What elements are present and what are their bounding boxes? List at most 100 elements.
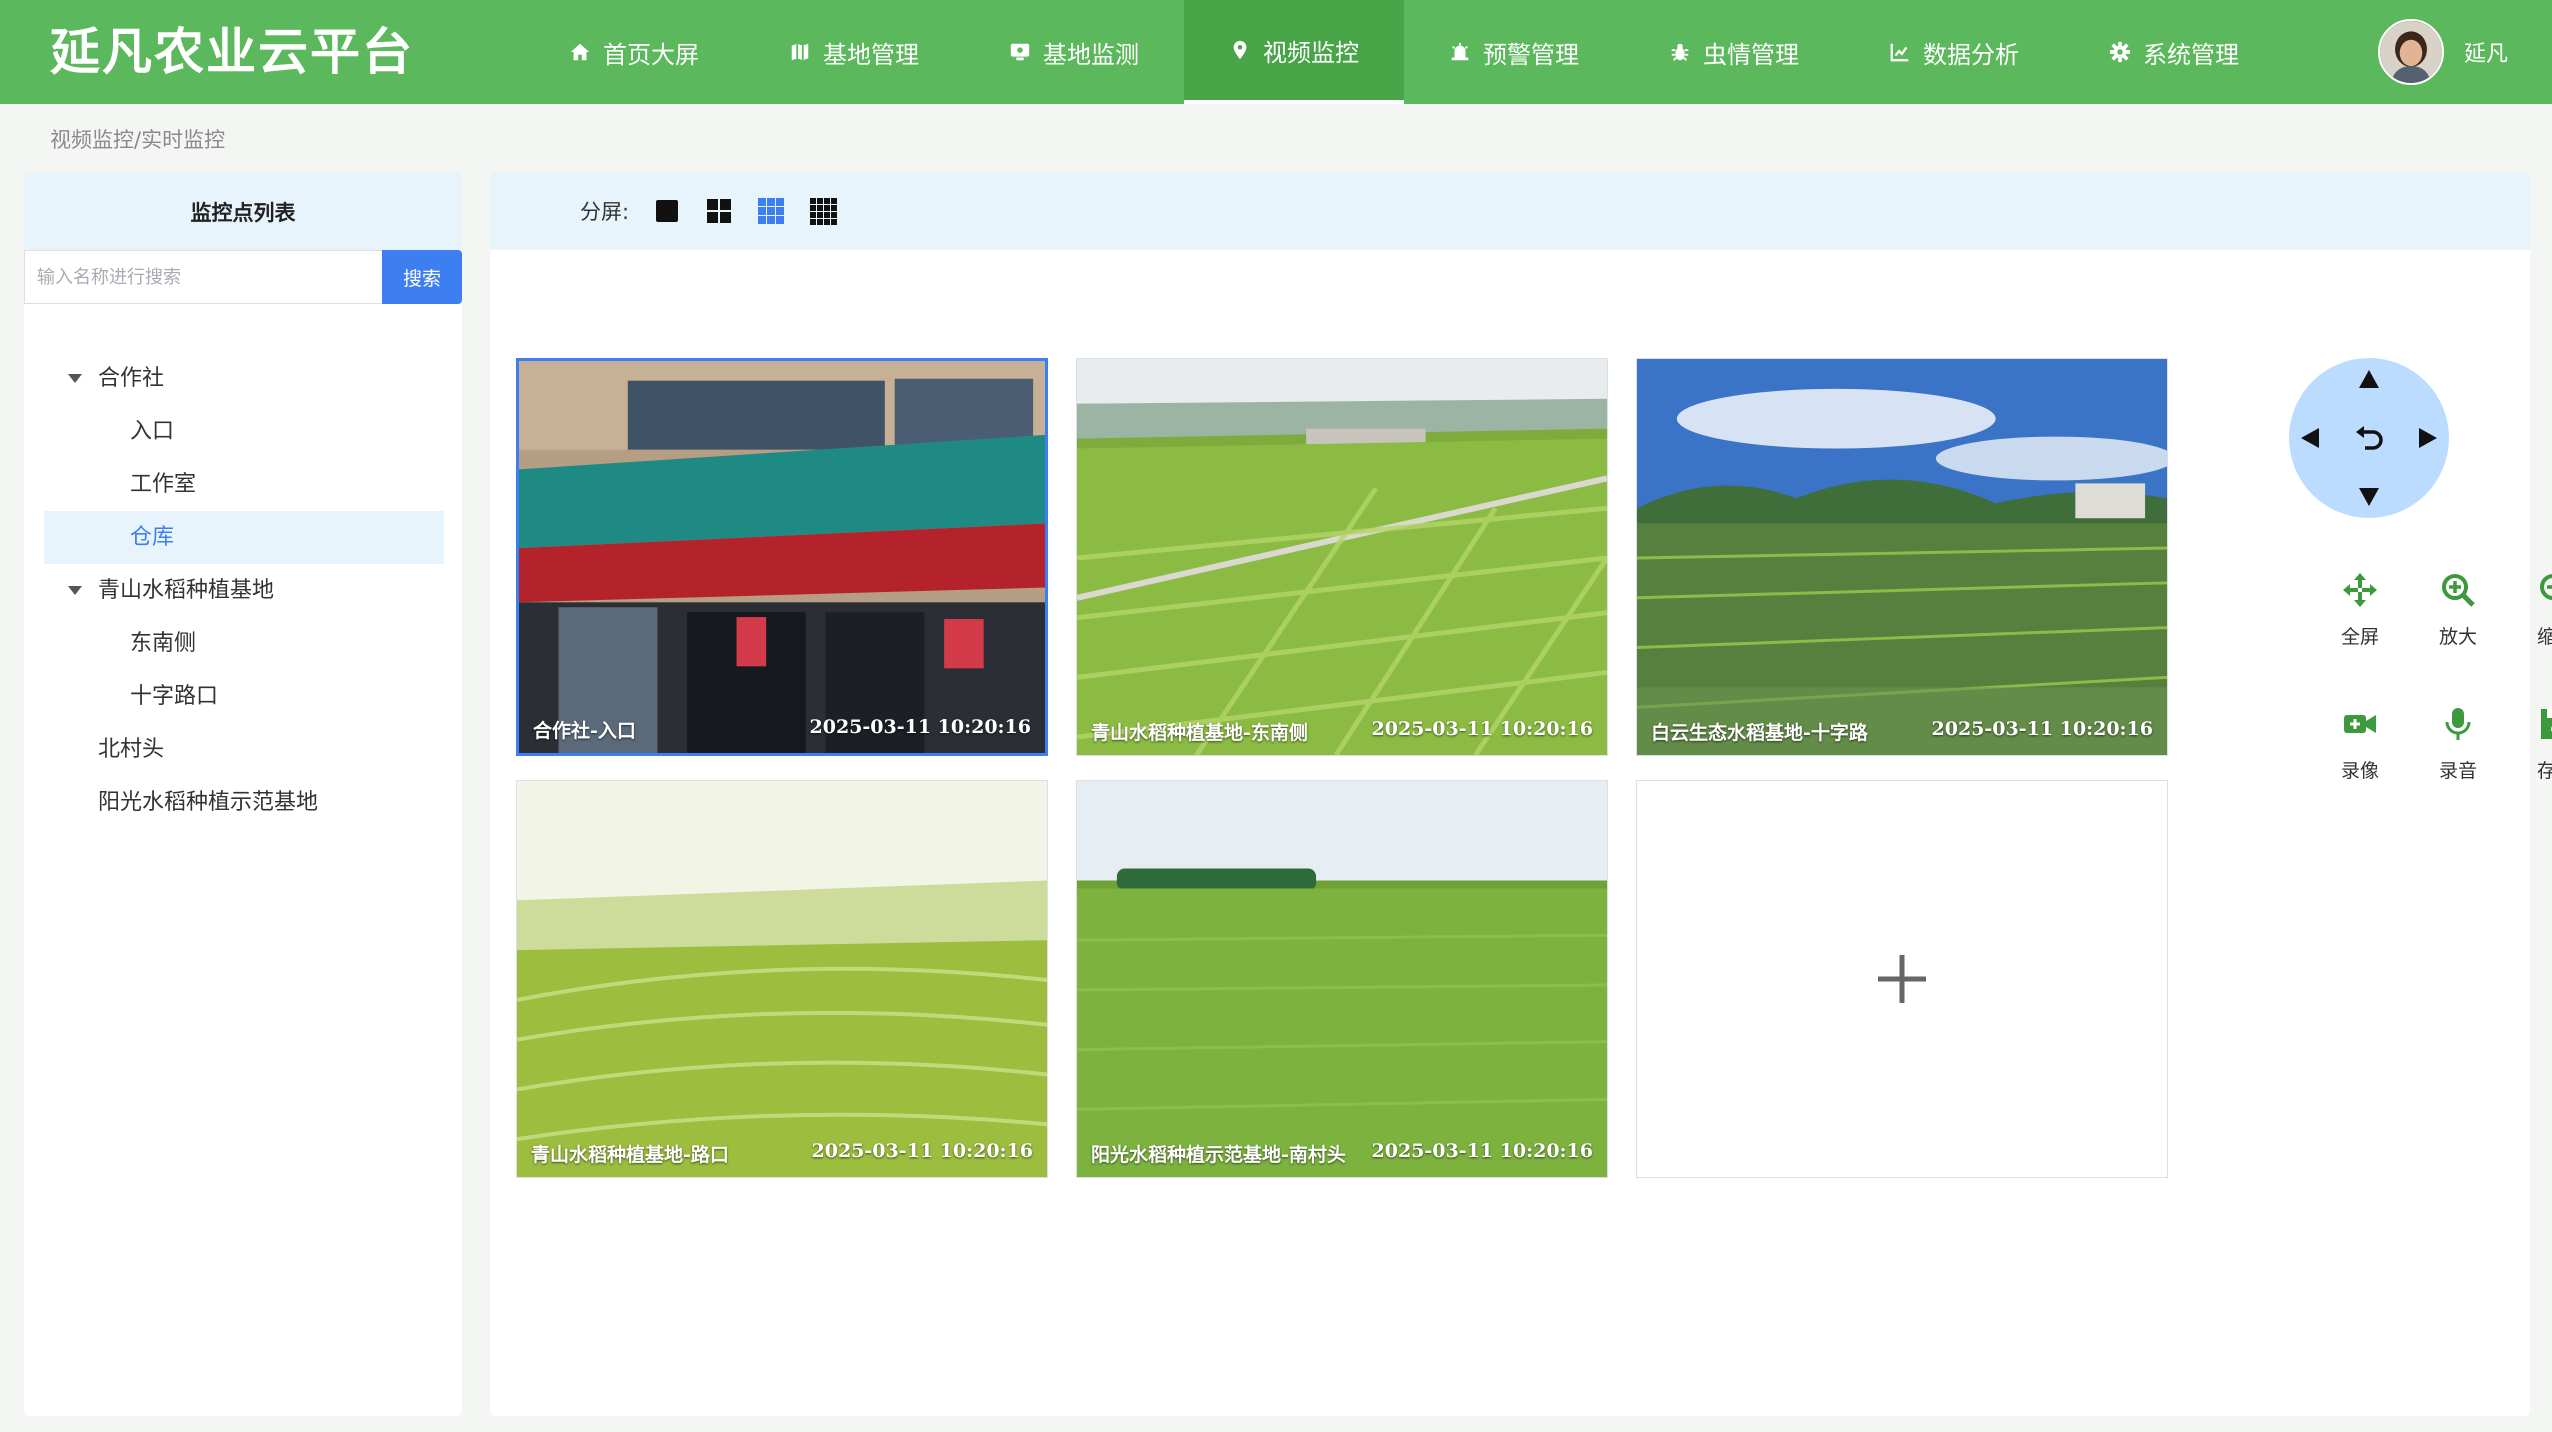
- nav-item-system-management[interactable]: 系统管理: [2064, 0, 2284, 104]
- split-label: 分屏:: [580, 200, 630, 224]
- video-caption: 阳光水稻种植示范基地-南村头 2025-03-11 10:20:16: [1077, 1140, 1607, 1167]
- nav-item-pest-management[interactable]: 虫情管理: [1624, 0, 1844, 104]
- tree-node-studio[interactable]: 工作室: [44, 458, 444, 511]
- monitor-point-panel: 监控点列表 搜索 合作社 入口 工作室 仓库 青山水稻种植基地 东南侧 十字路口…: [24, 172, 462, 1416]
- camera-name: 合作社-入口: [533, 720, 636, 742]
- tree-node-label: 青山水稻种植基地: [98, 578, 275, 603]
- zoom-in-button[interactable]: 放大: [2413, 572, 2503, 649]
- camera-feed-image: [517, 781, 1047, 1177]
- search-button[interactable]: 搜索: [382, 250, 462, 304]
- video-cell[interactable]: 白云生态水稻基地-十字路 2025-03-11 10:20:16: [1636, 358, 2168, 756]
- tree-node-entrance[interactable]: 入口: [44, 405, 444, 458]
- video-cell[interactable]: 合作社-入口 2025-03-11 10:20:16: [516, 358, 1048, 756]
- nav-item-label: 预警管理: [1483, 40, 1579, 69]
- video-caption: 合作社-入口 2025-03-11 10:20:16: [519, 716, 1045, 743]
- nav-item-base-management[interactable]: 基地管理: [744, 0, 964, 104]
- zoom-out-button[interactable]: 缩小: [2511, 572, 2552, 649]
- control-label: 录音: [2438, 760, 2477, 782]
- microphone-icon: [2445, 708, 2471, 740]
- ptz-control: [2289, 358, 2449, 518]
- camera-name: 白云生态水稻基地-十字路: [1651, 722, 1868, 744]
- four-screen-icon: [707, 199, 732, 223]
- nav-item-video-monitoring[interactable]: 视频监控: [1184, 0, 1404, 104]
- camera-timestamp: 2025-03-11 10:20:16: [1931, 718, 2154, 740]
- nav-item-label: 系统管理: [2143, 40, 2239, 69]
- nine-screen-icon: [758, 198, 785, 224]
- nav-item-label: 基地管理: [823, 40, 919, 69]
- camera-name: 青山水稻种植基地-路口: [531, 1144, 729, 1166]
- main-nav: 首页大屏 基地管理 基地监测 视频监控 预警管理 虫情管理 数据分析 系统管理: [524, 0, 2284, 104]
- nav-item-label: 基地监测: [1043, 40, 1139, 69]
- camera-name: 阳光水稻种植示范基地-南村头: [1091, 1144, 1346, 1166]
- tree-node-label: 入口: [130, 419, 175, 444]
- record-video-button[interactable]: 录像: [2315, 706, 2405, 783]
- tree-node-label: 合作社: [98, 366, 165, 391]
- video-caption: 白云生态水稻基地-十字路 2025-03-11 10:20:16: [1637, 718, 2167, 745]
- tree-node-southeast[interactable]: 东南侧: [44, 617, 444, 670]
- tree-node-label: 阳光水稻种植示范基地: [98, 790, 319, 815]
- map-icon: [791, 43, 809, 61]
- tree-node-label: 工作室: [130, 472, 197, 497]
- zoom-in-icon: [2442, 574, 2475, 607]
- caret-down-icon[interactable]: [68, 374, 82, 383]
- tree-node-cooperative[interactable]: 合作社: [44, 352, 444, 405]
- video-panel: 分屏: 合作社-入口 2025-03-11 10:20:16 青山水稻种植基地-…: [490, 172, 2552, 1416]
- nav-item-data-analysis[interactable]: 数据分析: [1844, 0, 2064, 104]
- add-camera-button[interactable]: [1637, 781, 2167, 1177]
- tree-node-label: 仓库: [130, 525, 175, 550]
- record-audio-button[interactable]: 录音: [2413, 706, 2503, 783]
- ptz-left-icon[interactable]: [2299, 426, 2321, 450]
- video-cell[interactable]: 青山水稻种植基地-路口 2025-03-11 10:20:16: [516, 780, 1048, 1178]
- nav-item-label: 首页大屏: [603, 40, 699, 69]
- split-1-button[interactable]: [653, 197, 681, 225]
- split-screen-toolbar: 分屏:: [490, 172, 2530, 250]
- ptz-up-icon[interactable]: [2357, 368, 2381, 390]
- camera-name: 青山水稻种植基地-东南侧: [1091, 722, 1308, 744]
- plus-icon: [1878, 955, 1926, 1003]
- tree-node-sunshine-base[interactable]: 阳光水稻种植示范基地: [44, 776, 444, 829]
- search-bar: 搜索: [24, 250, 462, 304]
- alarm-icon: [1451, 42, 1469, 61]
- home-icon: [570, 43, 590, 61]
- camera-feed-image: [1077, 781, 1607, 1177]
- breadcrumb: 视频监控/实时监控: [50, 128, 226, 152]
- ptz-reset-icon[interactable]: [2353, 424, 2385, 452]
- user-menu[interactable]: 延凡: [2377, 18, 2508, 86]
- video-caption: 青山水稻种植基地-路口 2025-03-11 10:20:16: [517, 1140, 1047, 1167]
- camera-feed-image: [1637, 359, 2167, 755]
- split-16-button[interactable]: [809, 197, 838, 225]
- chart-icon: [1890, 43, 1909, 62]
- tree-node-label: 北村头: [98, 737, 165, 762]
- avatar[interactable]: [2377, 19, 2444, 85]
- nav-item-home[interactable]: 首页大屏: [524, 0, 744, 104]
- video-cell[interactable]: 阳光水稻种植示范基地-南村头 2025-03-11 10:20:16: [1076, 780, 1608, 1178]
- control-label: 录像: [2340, 760, 2379, 782]
- ptz-down-icon[interactable]: [2357, 486, 2381, 508]
- gear-icon: [2109, 41, 2131, 63]
- nav-item-base-monitoring[interactable]: 基地监测: [964, 0, 1184, 104]
- nav-item-alarm-management[interactable]: 预警管理: [1404, 0, 1624, 104]
- caret-down-icon[interactable]: [68, 586, 82, 595]
- split-4-button[interactable]: [705, 197, 733, 225]
- monitor-icon: [1010, 43, 1030, 61]
- camera-timestamp: 2025-03-11 10:20:16: [1371, 718, 1594, 740]
- video-cell[interactable]: 青山水稻种植基地-东南侧 2025-03-11 10:20:16: [1076, 358, 1608, 756]
- fullscreen-button[interactable]: 全屏: [2315, 572, 2405, 649]
- split-9-button[interactable]: [757, 197, 785, 225]
- user-name: 延凡: [2463, 42, 2508, 67]
- tree-node-qingshan-base[interactable]: 青山水稻种植基地: [44, 564, 444, 617]
- ptz-right-icon[interactable]: [2417, 426, 2439, 450]
- app-logo-title: 延凡农业云平台: [50, 22, 414, 81]
- tree-node-north-village[interactable]: 北村头: [44, 723, 444, 776]
- nav-item-label: 数据分析: [1923, 40, 2019, 69]
- tree-node-label: 东南侧: [130, 631, 197, 656]
- save-button[interactable]: 存储: [2511, 706, 2552, 783]
- empty-video-slot[interactable]: [1636, 780, 2168, 1178]
- save-icon: [2541, 709, 2552, 739]
- control-label: 存储: [2536, 760, 2552, 782]
- tree-node-warehouse[interactable]: 仓库: [44, 511, 444, 564]
- search-input[interactable]: [24, 250, 382, 304]
- tree-node-crossroad[interactable]: 十字路口: [44, 670, 444, 723]
- single-screen-icon: [656, 200, 679, 222]
- camera-timestamp: 2025-03-11 10:20:16: [811, 1140, 1034, 1162]
